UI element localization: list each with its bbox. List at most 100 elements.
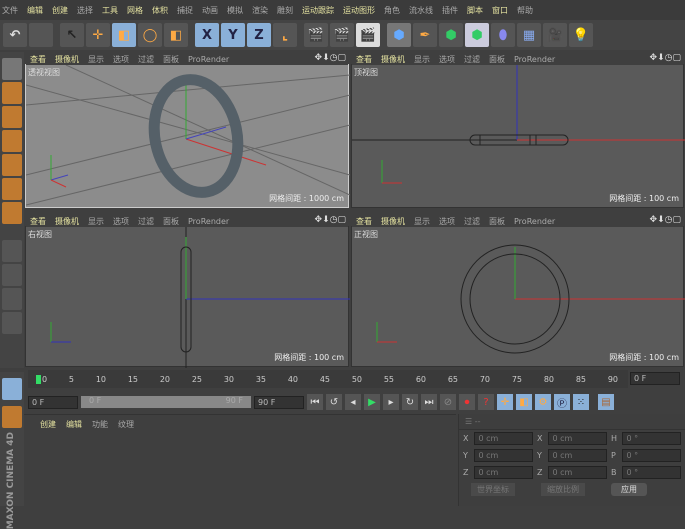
menu-item[interactable]: 运动跟踪 bbox=[302, 5, 334, 16]
viewport-menu-item[interactable]: 查看 bbox=[30, 216, 46, 227]
viewport-menu-item[interactable]: 过滤 bbox=[464, 54, 480, 65]
current-frame-field[interactable]: 0 F bbox=[630, 372, 680, 385]
record-keys-button[interactable]: ⊘ bbox=[440, 394, 456, 410]
material-menu-item[interactable]: 创建 bbox=[40, 419, 56, 430]
viewport-menu-item[interactable]: 过滤 bbox=[464, 216, 480, 227]
recent-tool-button[interactable]: ◧ bbox=[164, 23, 188, 47]
move-tool-button[interactable]: ✛ bbox=[86, 23, 110, 47]
viewport[interactable]: 查看 摄像机 显示 选项 过滤 面板 ProRender ✥⬇◷▢ 透视视图 网格间距 : 100… bbox=[25, 53, 350, 208]
z-axis-button[interactable]: Z bbox=[247, 23, 271, 47]
menu-item[interactable]: 流水线 bbox=[409, 5, 433, 16]
viewport-menu-item[interactable]: ProRender bbox=[514, 55, 555, 64]
workplane-lock-button[interactable] bbox=[2, 312, 22, 334]
coord-field[interactable]: 0 cm bbox=[548, 466, 607, 479]
model-mode-button[interactable] bbox=[2, 82, 22, 104]
keyframe-selection-button[interactable]: ? bbox=[478, 394, 494, 410]
cube-object-button[interactable]: ⬢ bbox=[387, 23, 411, 47]
rotate-tool-button[interactable]: ◯ bbox=[138, 23, 162, 47]
coord-field[interactable]: 0 cm bbox=[474, 466, 533, 479]
coord-field[interactable]: 0 cm bbox=[474, 432, 533, 445]
make-editable-button[interactable] bbox=[2, 58, 22, 80]
y-axis-button[interactable]: Y bbox=[221, 23, 245, 47]
render-picture-viewer-button[interactable]: 🎬 bbox=[330, 23, 354, 47]
viewport-menu-item[interactable]: 摄像机 bbox=[381, 54, 405, 65]
viewport-menu-item[interactable]: 选项 bbox=[113, 216, 129, 227]
texture-mode-button[interactable] bbox=[2, 106, 22, 128]
cloner-button[interactable]: ⬢ bbox=[465, 23, 489, 47]
scale-mode-dropdown[interactable]: 缩放比例 bbox=[541, 483, 585, 496]
pen-spline-button[interactable]: ✒ bbox=[413, 23, 437, 47]
key-rotation-button[interactable]: ⚙ bbox=[535, 394, 551, 410]
viewport-menu-item[interactable]: 显示 bbox=[414, 54, 430, 65]
coordinate-system-button[interactable]: ⌞ bbox=[273, 23, 297, 47]
menu-item[interactable]: 选择 bbox=[77, 5, 93, 16]
viewport-nav-icons[interactable]: ✥⬇◷▢ bbox=[315, 53, 346, 63]
render-settings-button[interactable]: 🎬 bbox=[356, 23, 380, 47]
floor-button[interactable]: ▦ bbox=[517, 23, 541, 47]
viewport-menu-item[interactable]: 查看 bbox=[356, 54, 372, 65]
material-menu-item[interactable]: 功能 bbox=[92, 419, 108, 430]
viewport-menu-item[interactable]: 面板 bbox=[489, 54, 505, 65]
camera-button[interactable]: 🎥 bbox=[543, 23, 567, 47]
go-to-start-button[interactable]: ⏮ bbox=[307, 394, 323, 410]
menu-item[interactable]: 网格 bbox=[127, 5, 143, 16]
viewport-nav-icons[interactable]: ✥⬇◷▢ bbox=[650, 215, 681, 225]
next-key-button[interactable]: ↻ bbox=[402, 394, 418, 410]
coord-field[interactable]: 0 cm bbox=[474, 449, 533, 462]
start-frame-field[interactable]: 0 F bbox=[28, 395, 78, 409]
menu-item[interactable]: 捕捉 bbox=[177, 5, 193, 16]
menu-item[interactable]: 创建 bbox=[52, 5, 68, 16]
viewport-menu-item[interactable]: 显示 bbox=[88, 54, 104, 65]
auto-keying-button[interactable]: ⏺ bbox=[459, 394, 475, 410]
viewport-menu-item[interactable]: 摄像机 bbox=[381, 216, 405, 227]
viewport[interactable]: 查看 摄像机 显示 选项 过滤 面板 ProRender ✥⬇◷▢ 顶视图 网格间距 : 100 … bbox=[351, 53, 685, 208]
viewport-menu-item[interactable]: 选项 bbox=[439, 216, 455, 227]
key-parameter-button[interactable]: Ⓟ bbox=[554, 394, 570, 410]
viewport[interactable]: 查看 摄像机 显示 选项 过滤 面板 ProRender ✥⬇◷▢ 正视图 网格间距 : 100 … bbox=[351, 215, 685, 367]
previous-key-button[interactable]: ↺ bbox=[326, 394, 342, 410]
locked-workplane-button[interactable] bbox=[2, 378, 22, 400]
coord-field[interactable]: 0 ° bbox=[622, 466, 681, 479]
key-scale-button[interactable]: ◧ bbox=[516, 394, 532, 410]
viewport-menu-item[interactable]: ProRender bbox=[188, 55, 229, 64]
go-to-end-button[interactable]: ⏭ bbox=[421, 394, 437, 410]
viewport-menu-item[interactable]: 面板 bbox=[163, 54, 179, 65]
play-button[interactable]: ▶ bbox=[364, 394, 380, 410]
polygons-mode-button[interactable] bbox=[2, 202, 22, 224]
key-pla-button[interactable]: ⁙ bbox=[573, 394, 589, 410]
viewport-menu-item[interactable]: 过滤 bbox=[138, 216, 154, 227]
viewport[interactable]: 查看 摄像机 显示 选项 过滤 面板 ProRender ✥⬇◷▢ 右视图 网格间距 : 100 … bbox=[25, 215, 350, 368]
viewport-menu-item[interactable]: ProRender bbox=[514, 217, 555, 226]
edges-mode-button[interactable] bbox=[2, 178, 22, 200]
viewport-menu-item[interactable]: 显示 bbox=[88, 216, 104, 227]
redo-button[interactable] bbox=[29, 23, 53, 47]
menu-item[interactable]: 渲染 bbox=[252, 5, 268, 16]
coord-field[interactable]: 0 cm bbox=[548, 432, 607, 445]
material-menu-item[interactable]: 编辑 bbox=[66, 419, 82, 430]
menu-item[interactable]: 运动图形 bbox=[343, 5, 375, 16]
menu-item[interactable]: 窗口 bbox=[492, 5, 508, 16]
snap-button[interactable] bbox=[2, 288, 22, 310]
menu-item[interactable]: 插件 bbox=[442, 5, 458, 16]
scheme-button[interactable]: ▤ bbox=[598, 394, 614, 410]
coord-field[interactable]: 0 ° bbox=[622, 449, 681, 462]
frame-range-slider[interactable]: 0 F 90 F bbox=[81, 396, 251, 408]
viewport-menu-item[interactable]: 查看 bbox=[356, 216, 372, 227]
viewport-menu-item[interactable]: 显示 bbox=[414, 216, 430, 227]
select-tool-button[interactable]: ↖ bbox=[60, 23, 84, 47]
menu-item[interactable]: 模拟 bbox=[227, 5, 243, 16]
material-menu-item[interactable]: 纹理 bbox=[118, 419, 134, 430]
viewport-menu-item[interactable]: 选项 bbox=[439, 54, 455, 65]
timeline-ruler[interactable]: 0 5 10 15 20 25 30 35 40 45 50 55 60 65 70 75 80 85 90 bbox=[28, 370, 628, 388]
key-position-button[interactable]: ✛ bbox=[497, 394, 513, 410]
viewport-menu-item[interactable]: 摄像机 bbox=[55, 216, 79, 227]
planar-workplane-button[interactable] bbox=[2, 406, 22, 428]
render-view-button[interactable]: 🎬 bbox=[304, 23, 328, 47]
viewport-nav-icons[interactable]: ✥⬇◷▢ bbox=[315, 215, 346, 225]
menu-item[interactable]: 编辑 bbox=[27, 5, 43, 16]
light-button[interactable]: 💡 bbox=[569, 23, 593, 47]
deformer-button[interactable]: ⬮ bbox=[491, 23, 515, 47]
coord-mode-dropdown[interactable]: 世界坐标 bbox=[471, 483, 515, 496]
menu-item[interactable]: 雕刻 bbox=[277, 5, 293, 16]
viewport-nav-icons[interactable]: ✥⬇◷▢ bbox=[650, 53, 681, 63]
